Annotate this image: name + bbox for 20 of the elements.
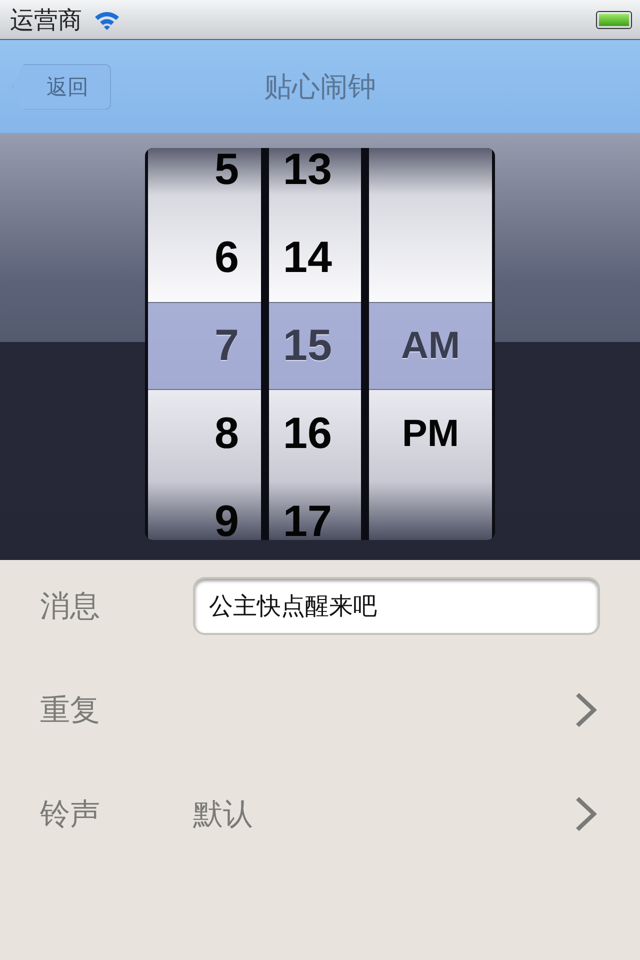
wifi-icon <box>94 10 120 30</box>
screen-title: 贴心闹钟 <box>264 68 376 104</box>
picker-value[interactable]: PM <box>402 415 459 453</box>
carrier-name: 运营商 <box>10 4 82 36</box>
picker-value[interactable]: 14 <box>283 236 332 280</box>
picker-value[interactable]: 16 <box>283 412 332 456</box>
field-label: 铃声 <box>40 796 101 834</box>
picker-value[interactable]: 8 <box>214 412 239 456</box>
picker-value[interactable]: 5 <box>214 148 239 192</box>
value-text: 默认 <box>193 796 254 834</box>
field-label: 消息 <box>40 588 101 626</box>
picker-value[interactable]: 9 <box>214 500 239 540</box>
picker-value[interactable]: 17 <box>283 500 332 540</box>
battery-icon <box>596 10 632 28</box>
picker-value[interactable]: 7 <box>214 324 239 368</box>
field-label: 重复 <box>40 692 101 730</box>
picker-value[interactable]: 13 <box>283 148 332 192</box>
picker-value[interactable]: 6 <box>214 236 239 280</box>
time-picker[interactable]: 5 6 7 8 9 13 14 15 16 17 AM PM <box>145 148 495 540</box>
input-field[interactable]: 公主快点醒来吧 <box>193 577 600 635</box>
